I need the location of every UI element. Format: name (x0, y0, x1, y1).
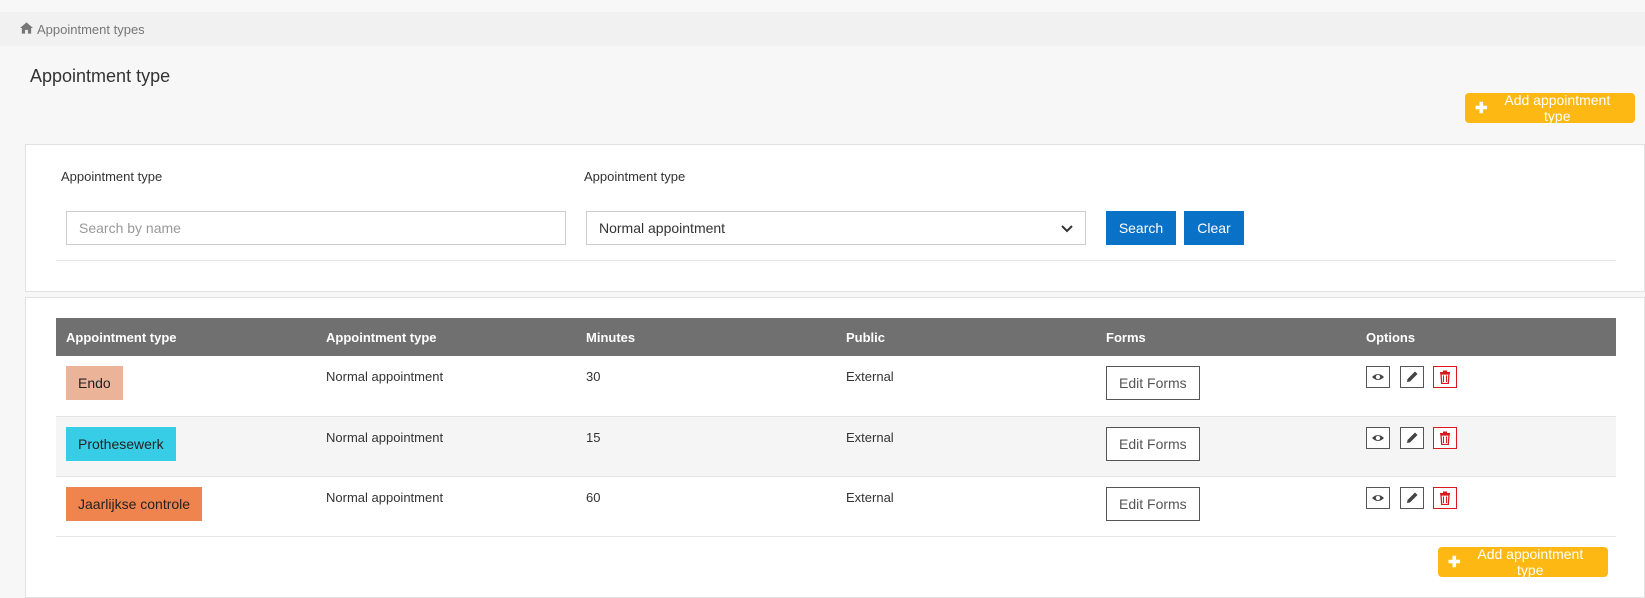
add-appointment-type-button[interactable]: ✚ Add appointment type (1465, 92, 1635, 124)
search-button[interactable]: Search (1106, 211, 1176, 245)
pencil-icon (1406, 371, 1418, 382)
appointment-type-tag: Endo (66, 366, 123, 400)
minutes-cell: 15 (576, 416, 836, 477)
column-header-public: Public (846, 329, 886, 345)
delete-button[interactable] (1433, 366, 1458, 388)
public-cell: External (836, 416, 1096, 477)
appointment-type-tag: Jaarlijkse controle (66, 486, 203, 521)
pencil-icon (1406, 492, 1418, 503)
eye-icon (1372, 494, 1384, 501)
table-row: Endo Normal appointment 30 External Edit… (56, 356, 1616, 417)
view-button[interactable] (1366, 486, 1390, 509)
minutes-cell: 60 (576, 476, 836, 537)
divider (56, 260, 1616, 261)
eye-icon (1372, 374, 1384, 380)
column-header-minutes: Minutes (586, 329, 636, 345)
add-appointment-type-button-bottom[interactable]: ✚ Add appointment type (1438, 546, 1608, 578)
column-header-forms: Forms (1106, 329, 1146, 345)
edit-button[interactable] (1399, 426, 1424, 449)
home-icon[interactable] (20, 21, 33, 37)
delete-button[interactable] (1433, 486, 1458, 509)
delete-button[interactable] (1433, 426, 1458, 449)
type-filter-label: Appointment type (584, 169, 686, 184)
search-input[interactable] (66, 211, 566, 245)
table-row: Jaarlijkse controle Normal appointment 6… (56, 476, 1616, 537)
appointment-type-select-value: Normal appointment (599, 220, 726, 236)
minutes-cell: 30 (576, 356, 836, 417)
edit-forms-button[interactable]: Edit Forms (1106, 426, 1200, 461)
trash-icon (1440, 491, 1451, 505)
plus-icon: ✚ (1475, 100, 1488, 117)
view-button[interactable] (1366, 366, 1390, 388)
appointment-type-select[interactable]: Normal appointment (586, 211, 1086, 245)
filter-panel: Appointment type Appointment type Normal… (25, 144, 1645, 292)
edit-forms-button[interactable]: Edit Forms (1106, 366, 1200, 400)
column-header-type: Appointment type (326, 329, 437, 345)
edit-button[interactable] (1399, 486, 1424, 509)
edit-forms-button[interactable]: Edit Forms (1106, 486, 1200, 521)
public-cell: External (836, 476, 1096, 537)
plus-icon: ✚ (1448, 554, 1461, 571)
breadcrumb-current[interactable]: Appointment types (37, 22, 145, 37)
public-cell: External (836, 356, 1096, 417)
edit-button[interactable] (1399, 366, 1424, 388)
column-header-options: Options (1366, 329, 1416, 345)
page-title: Appointment type (30, 66, 171, 86)
appointment-type-tag: Prothesewerk (66, 426, 176, 461)
type-cell: Normal appointment (316, 356, 576, 417)
appointment-types-table: Appointment type Appointment type Minute… (56, 318, 1616, 537)
eye-icon (1372, 434, 1384, 441)
table-row: Prothesewerk Normal appointment 15 Exter… (56, 416, 1616, 477)
type-cell: Normal appointment (316, 476, 576, 537)
table-header-row: Appointment type Appointment type Minute… (56, 318, 1616, 356)
breadcrumb: Appointment types (0, 12, 1645, 46)
chevron-down-icon (1061, 220, 1073, 236)
add-appointment-type-label: Add appointment type (1477, 546, 1584, 578)
column-header-name: Appointment type (66, 329, 177, 345)
type-cell: Normal appointment (316, 416, 576, 477)
table-panel: Appointment type Appointment type Minute… (25, 297, 1645, 598)
clear-button[interactable]: Clear (1184, 211, 1244, 245)
name-filter-label: Appointment type (61, 169, 163, 184)
pencil-icon (1406, 432, 1418, 443)
trash-icon (1440, 431, 1451, 445)
view-button[interactable] (1366, 426, 1390, 449)
trash-icon (1440, 370, 1451, 384)
add-appointment-type-label: Add appointment type (1504, 92, 1611, 124)
